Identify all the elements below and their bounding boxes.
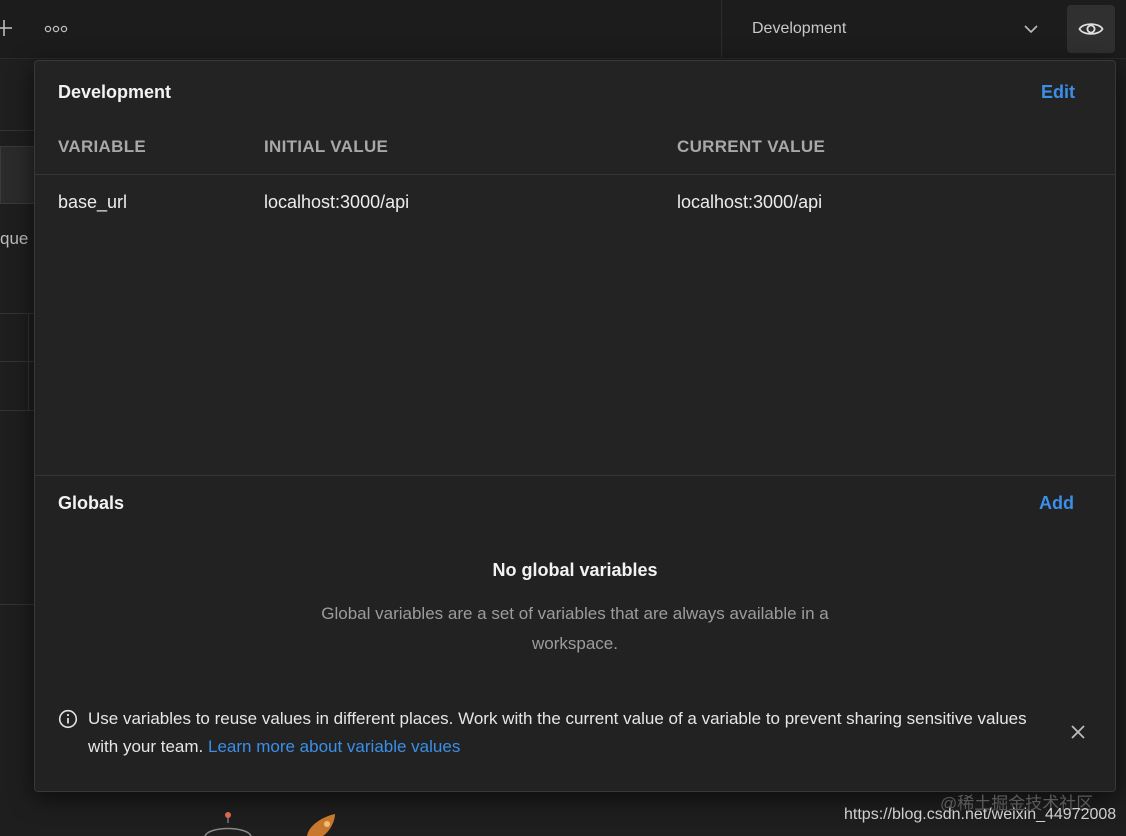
- close-icon[interactable]: [1070, 724, 1086, 740]
- current-value: localhost:3000/api: [677, 192, 823, 212]
- column-header-variable: VARIABLE: [58, 137, 147, 156]
- eye-icon: [1078, 23, 1104, 35]
- divider: [0, 130, 34, 131]
- chevron-down-icon: [1024, 25, 1038, 34]
- environment-selector-label: Development: [752, 20, 847, 37]
- empty-state-title: No global variables: [492, 560, 658, 580]
- table-header-divider: [35, 174, 1115, 175]
- add-global-button[interactable]: Add: [1039, 493, 1074, 514]
- globals-title: Globals: [58, 493, 125, 513]
- illustration: [204, 812, 335, 836]
- column-header-current-value: CURRENT VALUE: [677, 137, 826, 156]
- watermark-url: https://blog.csdn.net/weixin_44972008: [844, 806, 1117, 823]
- top-bar: Development: [0, 0, 1126, 59]
- divider: [0, 604, 34, 605]
- empty-state-description: Global variables are a set of variables …: [321, 604, 829, 653]
- background-tab-strip: [0, 60, 34, 130]
- initial-value: localhost:3000/api: [264, 192, 410, 212]
- environment-selector[interactable]: Development: [736, 8, 1056, 50]
- divider: [721, 0, 722, 58]
- plus-icon[interactable]: [0, 17, 14, 39]
- environment-title: Development: [58, 82, 172, 102]
- environment-quick-look-button[interactable]: [1067, 5, 1115, 53]
- edit-button[interactable]: Edit: [1041, 82, 1075, 103]
- column-header-initial-value: INITIAL VALUE: [264, 137, 389, 156]
- info-icon: [58, 709, 78, 729]
- more-icon[interactable]: [44, 24, 68, 34]
- learn-more-link[interactable]: Learn more about variable values: [208, 737, 460, 756]
- info-message: Use variables to reuse values in differe…: [88, 705, 1048, 761]
- background-url-bar[interactable]: [0, 146, 36, 204]
- divider: [28, 313, 29, 411]
- environment-quick-look-popover: Development Edit VARIABLE INITIAL VALUE …: [34, 60, 1116, 792]
- app-root: que Development Development Edit VARIABL…: [0, 0, 1126, 836]
- background-partial-label: que: [0, 229, 29, 248]
- variable-name: base_url: [58, 192, 128, 212]
